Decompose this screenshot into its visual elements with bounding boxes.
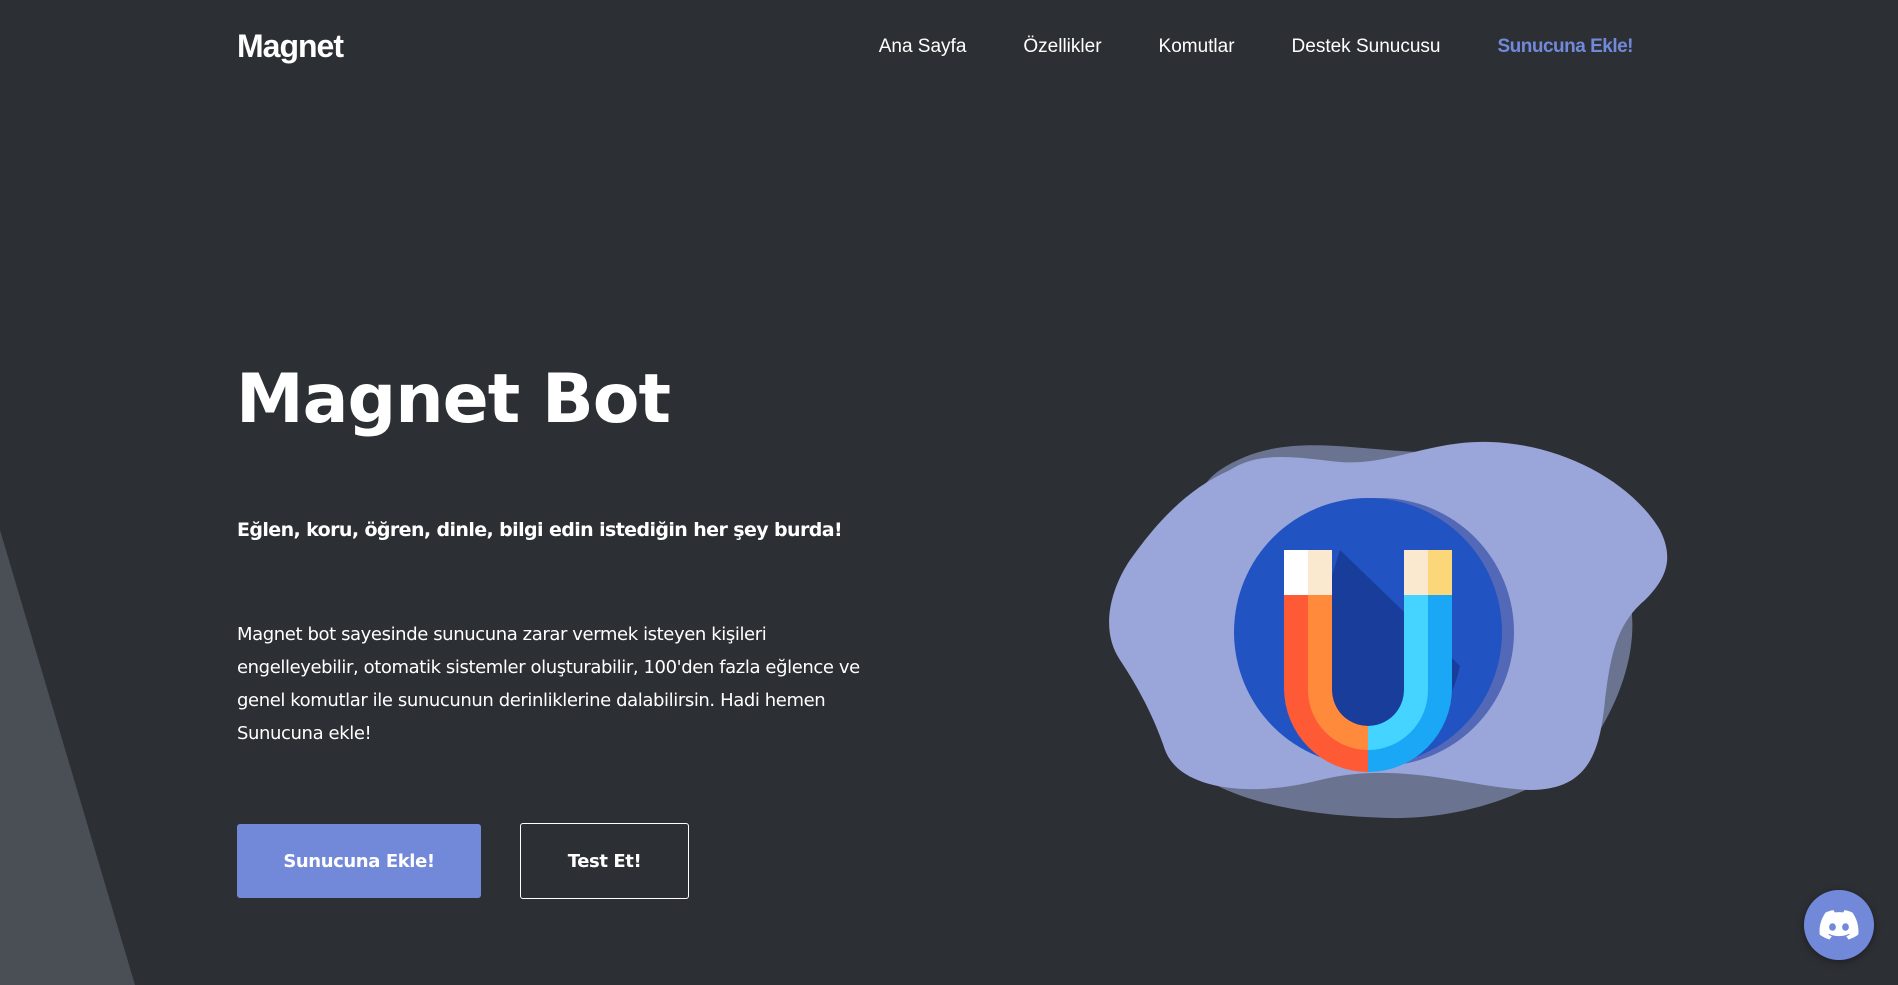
nav-links: Ana Sayfa Özellikler Komutlar Destek Sun…: [822, 36, 1634, 58]
add-to-server-button[interactable]: Sunucuna Ekle!: [237, 824, 481, 898]
nav-link-home[interactable]: Ana Sayfa: [879, 36, 967, 58]
nav-link-support-server[interactable]: Destek Sunucusu: [1292, 36, 1441, 58]
discord-button[interactable]: [1804, 890, 1874, 960]
nav-link-features[interactable]: Özellikler: [1023, 36, 1101, 58]
brand-logo[interactable]: Magnet: [237, 28, 344, 65]
nav-link-commands[interactable]: Komutlar: [1159, 36, 1235, 58]
page: Magnet Ana Sayfa Özellikler Komutlar Des…: [0, 0, 1898, 985]
nav-link-add-to-server[interactable]: Sunucuna Ekle!: [1497, 36, 1633, 58]
background-wedge: [0, 530, 135, 985]
hero-title: Magnet Bot: [236, 360, 671, 439]
magnet-illustration: [1109, 441, 1668, 819]
hero-tagline: Eğlen, koru, öğren, dinle, bilgi edin is…: [237, 519, 843, 541]
discord-icon: [1819, 910, 1859, 940]
navbar: Magnet Ana Sayfa Özellikler Komutlar Des…: [0, 0, 1898, 96]
test-button[interactable]: Test Et!: [520, 823, 689, 899]
hero-description: Magnet bot sayesinde sunucuna zarar verm…: [237, 624, 860, 744]
